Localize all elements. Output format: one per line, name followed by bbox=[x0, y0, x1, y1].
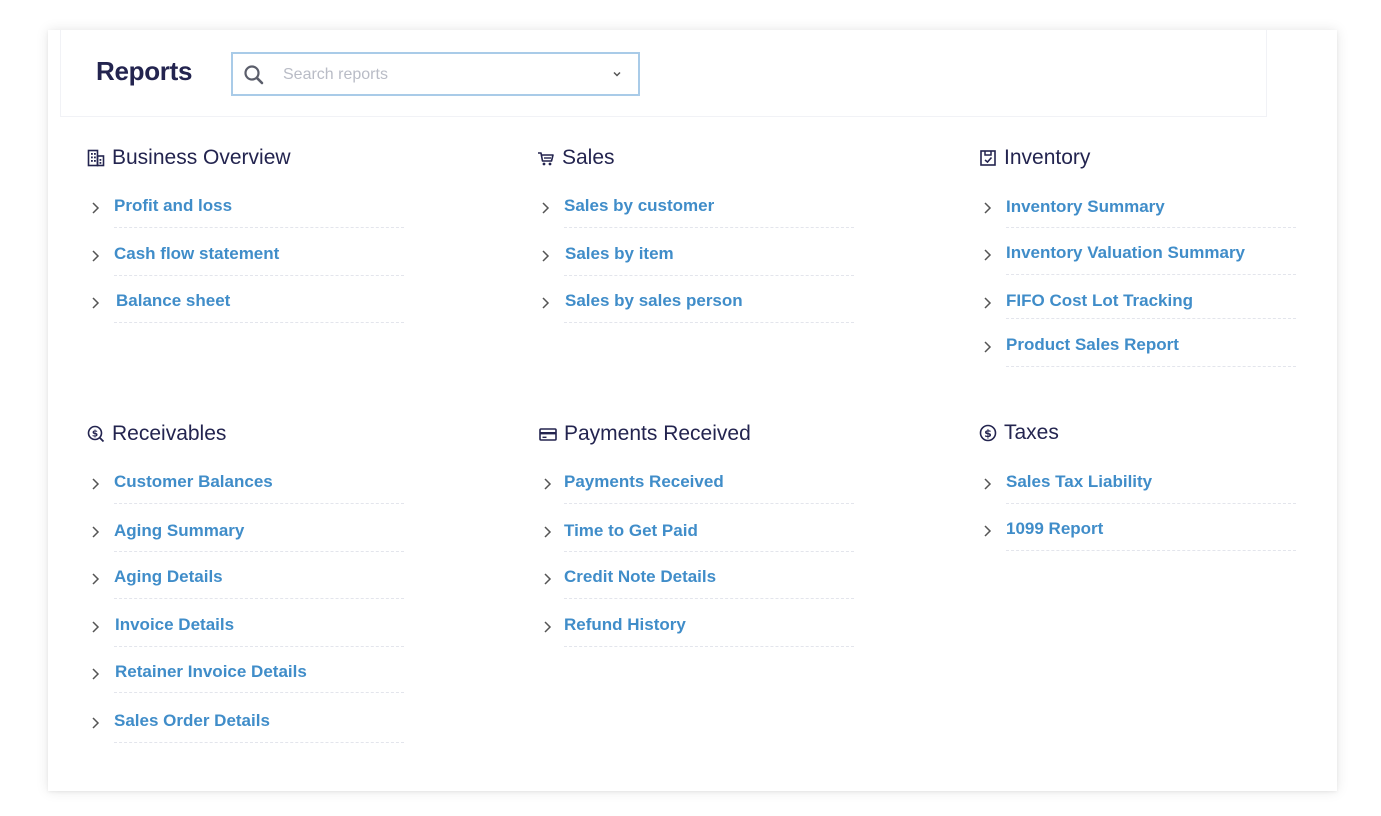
section-header: Business Overview bbox=[86, 146, 291, 170]
report-label[interactable]: Product Sales Report bbox=[1006, 335, 1179, 355]
chevron-right-icon bbox=[984, 478, 992, 490]
chevron-right-icon bbox=[542, 202, 550, 214]
credit-card-icon bbox=[538, 424, 558, 444]
chevron-right-icon bbox=[92, 573, 100, 585]
report-label[interactable]: Sales Order Details bbox=[114, 711, 270, 731]
divider bbox=[564, 551, 854, 552]
divider bbox=[114, 551, 404, 552]
cart-icon bbox=[536, 148, 556, 168]
money-search-icon: $ bbox=[86, 424, 106, 444]
svg-text:$: $ bbox=[984, 427, 992, 440]
chevron-right-icon bbox=[544, 573, 552, 585]
report-label[interactable]: Aging Summary bbox=[114, 521, 244, 541]
chevron-right-icon bbox=[92, 297, 100, 309]
divider bbox=[114, 692, 404, 693]
report-label[interactable]: Aging Details bbox=[114, 567, 223, 587]
section-title: Taxes bbox=[1004, 421, 1059, 444]
chevron-right-icon bbox=[92, 621, 100, 633]
chevron-right-icon bbox=[984, 341, 992, 353]
chevron-down-icon[interactable] bbox=[612, 69, 622, 79]
section-header: Payments Received bbox=[538, 422, 751, 446]
divider bbox=[1006, 318, 1296, 319]
chevron-right-icon bbox=[984, 525, 992, 537]
divider bbox=[1006, 227, 1296, 228]
divider bbox=[564, 503, 854, 504]
divider bbox=[114, 322, 404, 323]
divider bbox=[114, 227, 404, 228]
chevron-right-icon bbox=[92, 478, 100, 490]
section-title: Payments Received bbox=[564, 422, 751, 445]
section-header: Sales bbox=[536, 146, 615, 170]
report-label[interactable]: Sales Tax Liability bbox=[1006, 472, 1152, 492]
report-label[interactable]: Sales by sales person bbox=[565, 291, 743, 311]
report-label[interactable]: Time to Get Paid bbox=[564, 521, 698, 541]
divider bbox=[564, 598, 854, 599]
divider bbox=[564, 322, 854, 323]
chevron-right-icon bbox=[542, 297, 550, 309]
report-label[interactable]: Customer Balances bbox=[114, 472, 273, 492]
divider bbox=[114, 646, 404, 647]
divider bbox=[114, 742, 404, 743]
chevron-right-icon bbox=[92, 249, 100, 262]
section-header: Inventory bbox=[978, 146, 1090, 170]
divider bbox=[114, 598, 404, 599]
svg-text:$: $ bbox=[92, 430, 98, 440]
report-label[interactable]: Payments Received bbox=[564, 472, 724, 492]
chevron-right-icon bbox=[544, 478, 552, 490]
divider bbox=[1006, 366, 1296, 367]
divider bbox=[564, 274, 854, 276]
clipboard-icon bbox=[978, 148, 998, 168]
section-title: Inventory bbox=[1004, 146, 1091, 169]
report-label[interactable]: Retainer Invoice Details bbox=[115, 662, 307, 682]
report-label[interactable]: Cash flow statement bbox=[114, 244, 279, 264]
report-label[interactable]: Credit Note Details bbox=[564, 567, 716, 587]
search-icon bbox=[244, 65, 264, 85]
search-input[interactable] bbox=[281, 62, 605, 88]
report-label[interactable]: Invoice Details bbox=[115, 615, 234, 635]
report-label[interactable]: 1099 Report bbox=[1006, 519, 1103, 539]
chevron-right-icon bbox=[542, 249, 550, 262]
divider bbox=[564, 646, 854, 647]
report-label[interactable]: Sales by item bbox=[565, 244, 674, 264]
report-label[interactable]: Sales by customer bbox=[564, 196, 714, 216]
divider bbox=[1006, 274, 1296, 275]
section-header: $ Receivables bbox=[86, 422, 226, 446]
divider bbox=[114, 274, 404, 276]
chevron-right-icon bbox=[984, 297, 992, 309]
reports-header: Reports bbox=[60, 30, 1267, 117]
report-label[interactable]: Inventory Valuation Summary bbox=[1006, 243, 1245, 263]
divider bbox=[114, 503, 404, 504]
report-label[interactable]: Refund History bbox=[564, 615, 686, 635]
report-label[interactable]: Inventory Summary bbox=[1006, 197, 1165, 217]
chevron-right-icon bbox=[984, 202, 992, 214]
chevron-right-icon bbox=[92, 202, 100, 214]
divider bbox=[1006, 503, 1296, 504]
report-label[interactable]: FIFO Cost Lot Tracking bbox=[1006, 291, 1193, 311]
section-title: Receivables bbox=[112, 422, 227, 445]
chevron-right-icon bbox=[984, 249, 992, 261]
search-box[interactable] bbox=[231, 52, 640, 96]
section-title: Business Overview bbox=[112, 146, 291, 169]
dollar-circle-icon: $ bbox=[978, 423, 998, 443]
section-header: $ Taxes bbox=[978, 421, 1059, 445]
report-label[interactable]: Profit and loss bbox=[114, 196, 232, 216]
chevron-right-icon bbox=[544, 621, 552, 633]
divider bbox=[564, 227, 854, 228]
chevron-right-icon bbox=[92, 526, 100, 538]
report-label[interactable]: Balance sheet bbox=[116, 291, 230, 311]
divider bbox=[1006, 550, 1296, 551]
reports-card: Reports Search reports Business Overview… bbox=[48, 30, 1337, 791]
page-title: Reports bbox=[96, 56, 193, 86]
chevron-right-icon bbox=[92, 668, 100, 680]
building-icon bbox=[86, 148, 106, 168]
section-title: Sales bbox=[562, 146, 615, 169]
chevron-right-icon bbox=[544, 526, 552, 538]
chevron-right-icon bbox=[92, 717, 100, 729]
